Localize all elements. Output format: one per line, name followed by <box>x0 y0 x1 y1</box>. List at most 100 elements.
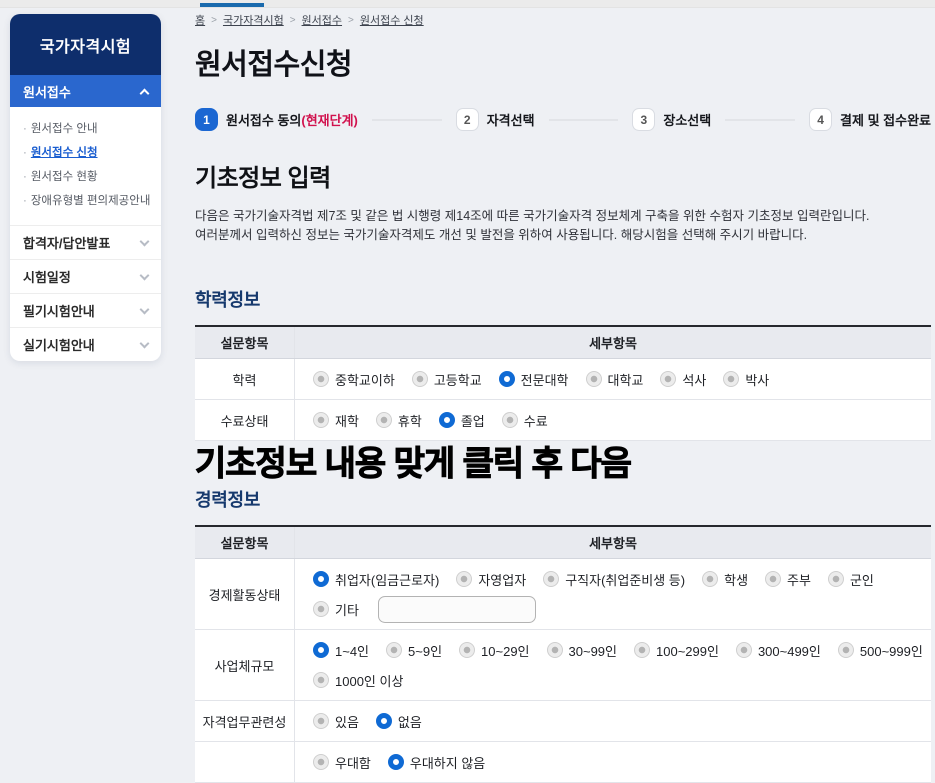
table-row: 사업체규모1~4인5~9인10~29인30~99인100~299인300~499… <box>195 630 931 701</box>
radio-unselected-icon[interactable] <box>313 754 329 770</box>
radio-label: 5~9인 <box>408 641 442 660</box>
radio-unselected-icon[interactable] <box>586 371 602 387</box>
sidebar-subitem[interactable]: ·장애유형별 편의제공안내 <box>23 189 148 213</box>
row-label: 학력 <box>195 359 295 399</box>
radio-option[interactable]: 고등학교 <box>412 370 482 389</box>
column-header: 세부항목 <box>295 327 931 358</box>
career-table: 설문항목세부항목경제활동상태취업자(임금근로자)자영업자구직자(취업준비생 등)… <box>195 525 931 783</box>
step-current-tag: (현재단계) <box>301 110 358 129</box>
table-header-row: 설문항목세부항목 <box>195 327 931 359</box>
radio-selected-icon[interactable] <box>376 713 392 729</box>
sidebar-title: 국가자격시험 <box>10 14 161 75</box>
radio-unselected-icon[interactable] <box>313 672 329 688</box>
radio-option[interactable]: 중학교이하 <box>313 370 395 389</box>
radio-option[interactable]: 10~29인 <box>459 641 529 660</box>
step-number: 4 <box>809 108 832 131</box>
sidebar-section[interactable]: 시험일정 <box>10 259 161 293</box>
radio-option[interactable]: 박사 <box>723 370 769 389</box>
radio-option[interactable]: 대학교 <box>586 370 644 389</box>
sidebar-section[interactable]: 합격자/답안발표 <box>10 225 161 259</box>
step-connector <box>725 119 795 121</box>
sidebar-active-label: 원서접수 <box>23 82 71 101</box>
radio-option[interactable]: 자영업자 <box>456 570 526 589</box>
radio-label: 재학 <box>335 411 359 430</box>
radio-unselected-icon[interactable] <box>547 642 563 658</box>
etc-input[interactable] <box>378 596 536 623</box>
radio-option[interactable]: 군인 <box>828 570 874 589</box>
radio-option[interactable]: 구직자(취업준비생 등) <box>543 570 685 589</box>
radio-option[interactable]: 500~999인 <box>838 641 923 660</box>
breadcrumb-link[interactable]: 국가자격시험 <box>223 12 284 28</box>
radio-selected-icon[interactable] <box>439 412 455 428</box>
table-row: 경제활동상태취업자(임금근로자)자영업자구직자(취업준비생 등)학생주부군인기타 <box>195 559 931 630</box>
options-line: 기타 <box>313 594 923 624</box>
radio-option[interactable]: 수료 <box>502 411 548 430</box>
radio-unselected-icon[interactable] <box>313 601 329 617</box>
radio-unselected-icon[interactable] <box>313 412 329 428</box>
column-header: 세부항목 <box>295 527 931 558</box>
breadcrumb-separator: > <box>348 15 354 26</box>
radio-option[interactable]: 석사 <box>660 370 706 389</box>
radio-selected-icon[interactable] <box>388 754 404 770</box>
radio-unselected-icon[interactable] <box>660 371 676 387</box>
radio-unselected-icon[interactable] <box>456 571 472 587</box>
radio-unselected-icon[interactable] <box>838 642 854 658</box>
radio-unselected-icon[interactable] <box>543 571 559 587</box>
radio-option[interactable]: 1~4인 <box>313 641 369 660</box>
radio-option[interactable]: 졸업 <box>439 411 485 430</box>
radio-label: 전문대학 <box>521 370 569 389</box>
breadcrumb-link[interactable]: 원서접수 <box>302 12 342 28</box>
radio-option[interactable]: 우대하지 않음 <box>388 753 485 772</box>
breadcrumb-link[interactable]: 홈 <box>195 12 205 28</box>
radio-option[interactable]: 기타 <box>313 600 359 619</box>
options-line: 우대함 우대하지 않음 <box>313 747 923 777</box>
radio-option[interactable]: 학생 <box>702 570 748 589</box>
radio-option[interactable]: 1000인 이상 <box>313 671 403 690</box>
radio-option[interactable]: 우대함 <box>313 753 371 772</box>
radio-label: 취업자(임금근로자) <box>335 570 439 589</box>
radio-option[interactable]: 주부 <box>765 570 811 589</box>
radio-label: 대학교 <box>608 370 644 389</box>
radio-unselected-icon[interactable] <box>634 642 650 658</box>
sidebar-subitem[interactable]: ·원서접수 현황 <box>23 165 148 189</box>
radio-unselected-icon[interactable] <box>459 642 475 658</box>
radio-label: 수료 <box>524 411 548 430</box>
radio-unselected-icon[interactable] <box>412 371 428 387</box>
breadcrumb-link[interactable]: 원서접수 신청 <box>360 12 424 28</box>
radio-option[interactable]: 30~99인 <box>547 641 617 660</box>
radio-unselected-icon[interactable] <box>502 412 518 428</box>
radio-selected-icon[interactable] <box>313 571 329 587</box>
radio-option[interactable]: 있음 <box>313 712 359 731</box>
radio-selected-icon[interactable] <box>313 642 329 658</box>
radio-option[interactable]: 전문대학 <box>499 370 569 389</box>
radio-option[interactable]: 없음 <box>376 712 422 731</box>
radio-unselected-icon[interactable] <box>376 412 392 428</box>
radio-option[interactable]: 100~299인 <box>634 641 719 660</box>
radio-unselected-icon[interactable] <box>386 642 402 658</box>
sidebar-subitem[interactable]: ·원서접수 안내 <box>23 117 148 141</box>
bullet: · <box>23 195 27 207</box>
radio-unselected-icon[interactable] <box>765 571 781 587</box>
radio-unselected-icon[interactable] <box>702 571 718 587</box>
radio-option[interactable]: 재학 <box>313 411 359 430</box>
radio-option[interactable]: 5~9인 <box>386 641 442 660</box>
radio-option[interactable]: 300~499인 <box>736 641 821 660</box>
step-label: 자격선택 <box>487 110 535 129</box>
sidebar-section[interactable]: 필기시험안내 <box>10 293 161 327</box>
sidebar-section-label: 합격자/답안발표 <box>23 233 110 252</box>
radio-unselected-icon[interactable] <box>736 642 752 658</box>
sidebar-section[interactable]: 실기시험안내 <box>10 327 161 361</box>
radio-unselected-icon[interactable] <box>313 371 329 387</box>
radio-unselected-icon[interactable] <box>828 571 844 587</box>
radio-selected-icon[interactable] <box>499 371 515 387</box>
radio-option[interactable]: 휴학 <box>376 411 422 430</box>
table-row: 자격업무관련성있음없음 <box>195 701 931 742</box>
radio-label: 박사 <box>745 370 769 389</box>
radio-unselected-icon[interactable] <box>313 713 329 729</box>
section-heading-basic-info: 기초정보 입력 <box>195 158 931 193</box>
radio-option[interactable]: 취업자(임금근로자) <box>313 570 439 589</box>
radio-unselected-icon[interactable] <box>723 371 739 387</box>
sidebar-subitem[interactable]: ·원서접수 신청 <box>23 141 148 165</box>
radio-label: 고등학교 <box>434 370 482 389</box>
sidebar-item-application[interactable]: 원서접수 <box>10 75 161 107</box>
